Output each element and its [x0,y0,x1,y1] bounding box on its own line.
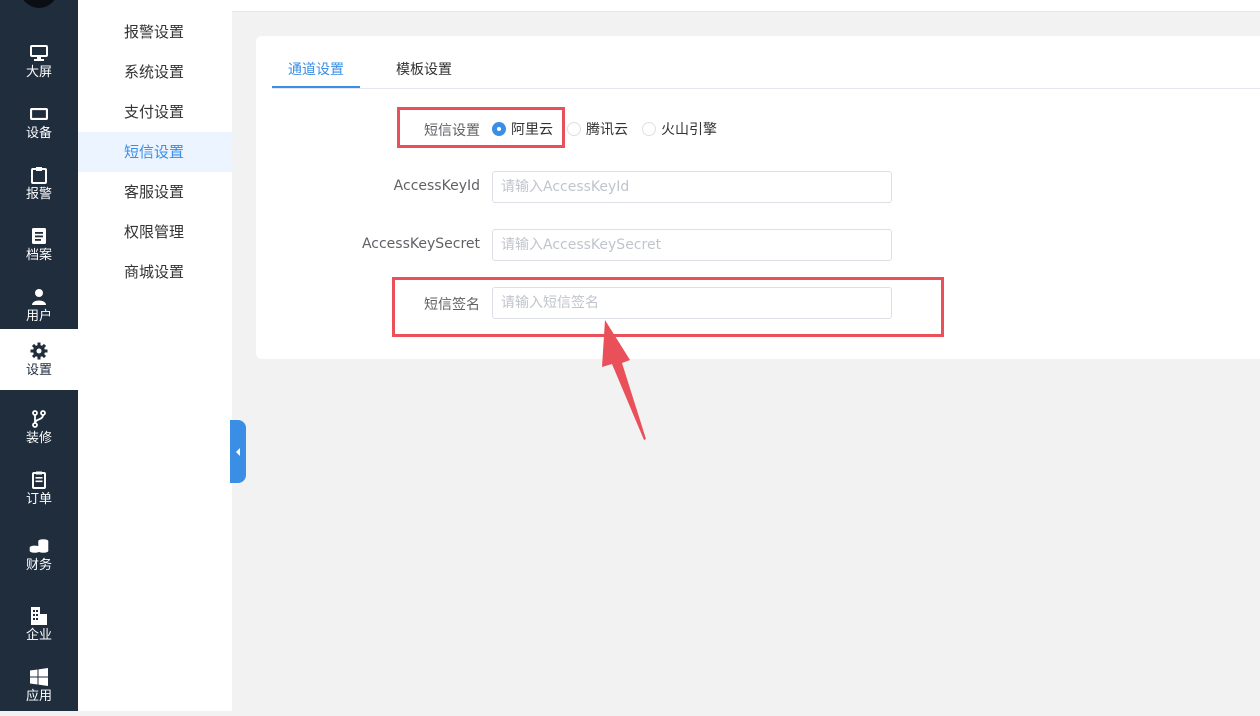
annotation-highlight-signature [392,277,944,337]
nav-item-users[interactable]: 用户 [0,275,78,336]
nav-item-label: 报警 [25,186,52,202]
coins-icon [29,536,49,556]
document-icon [29,226,49,246]
nav-item-label: 财务 [25,557,52,573]
submenu-item-alarm-settings[interactable]: 报警设置 [78,12,232,52]
nav-item-company[interactable]: 企业 [0,594,78,655]
radio-volcengine[interactable]: 火山引擎 [642,119,717,139]
nav-item-dashboard[interactable]: 大屏 [0,31,78,92]
nav-item-label: 设备 [25,125,52,141]
nav-item-label: 装修 [25,430,52,446]
annotation-highlight-provider [397,107,565,148]
building-icon [29,606,49,626]
nav-item-label: 订单 [25,491,52,507]
tab-bar: 通道设置 模板设置 [272,54,1260,89]
nav-item-decorate[interactable]: 装修 [0,397,78,458]
submenu-item-system-settings[interactable]: 系统设置 [78,52,232,92]
collapse-sidebar-button[interactable] [230,420,246,483]
submenu-item-service-settings[interactable]: 客服设置 [78,172,232,212]
nav-item-alarm[interactable]: 报警 [0,153,78,214]
radio-unchecked-icon [642,122,656,136]
user-icon [29,287,49,307]
settings-submenu: 报警设置 系统设置 支付设置 短信设置 客服设置 权限管理 商城设置 [78,0,232,711]
main-nav-rail: 大屏 设备 报警 档案 用户 设置 装修 订单 财务 企业 应用 [0,0,78,711]
top-bar [232,0,1260,12]
order-icon [29,470,49,490]
nav-item-label: 用户 [25,308,52,324]
nav-item-orders[interactable]: 订单 [0,458,78,519]
access-key-secret-input[interactable] [492,229,892,261]
submenu-item-sms-settings[interactable]: 短信设置 [78,132,232,172]
branch-icon [29,409,49,429]
nav-item-settings[interactable]: 设置 [0,329,78,390]
submenu-item-permissions[interactable]: 权限管理 [78,212,232,252]
gear-icon [29,341,49,361]
radio-label: 火山引擎 [661,122,717,138]
nav-item-label: 设置 [25,362,52,378]
monitor-icon [29,43,49,63]
submenu-item-payment-settings[interactable]: 支付设置 [78,92,232,132]
access-key-secret-label: AccessKeySecret [361,236,480,252]
nav-item-archive[interactable]: 档案 [0,214,78,275]
radio-unchecked-icon [567,122,581,136]
windows-icon [29,667,49,687]
tab-template-settings[interactable]: 模板设置 [392,54,456,88]
nav-item-label: 大屏 [25,64,52,80]
device-icon [29,104,49,124]
tab-channel-settings[interactable]: 通道设置 [272,54,360,88]
nav-item-finance[interactable]: 财务 [0,524,78,585]
access-key-id-label: AccessKeyId [393,178,480,194]
submenu-item-mall-settings[interactable]: 商城设置 [78,252,232,292]
radio-tencent-cloud[interactable]: 腾讯云 [567,119,628,139]
nav-item-label: 企业 [25,627,52,643]
nav-item-label: 应用 [25,688,52,704]
nav-item-label: 档案 [25,247,52,263]
nav-item-devices[interactable]: 设备 [0,92,78,153]
nav-item-apps[interactable]: 应用 [0,655,78,716]
clipboard-icon [29,165,49,185]
chevron-left-icon [235,442,241,461]
annotation-arrow-icon [602,320,646,440]
access-key-id-input[interactable] [492,171,892,203]
radio-label: 腾讯云 [586,122,628,138]
avatar[interactable] [20,0,58,8]
